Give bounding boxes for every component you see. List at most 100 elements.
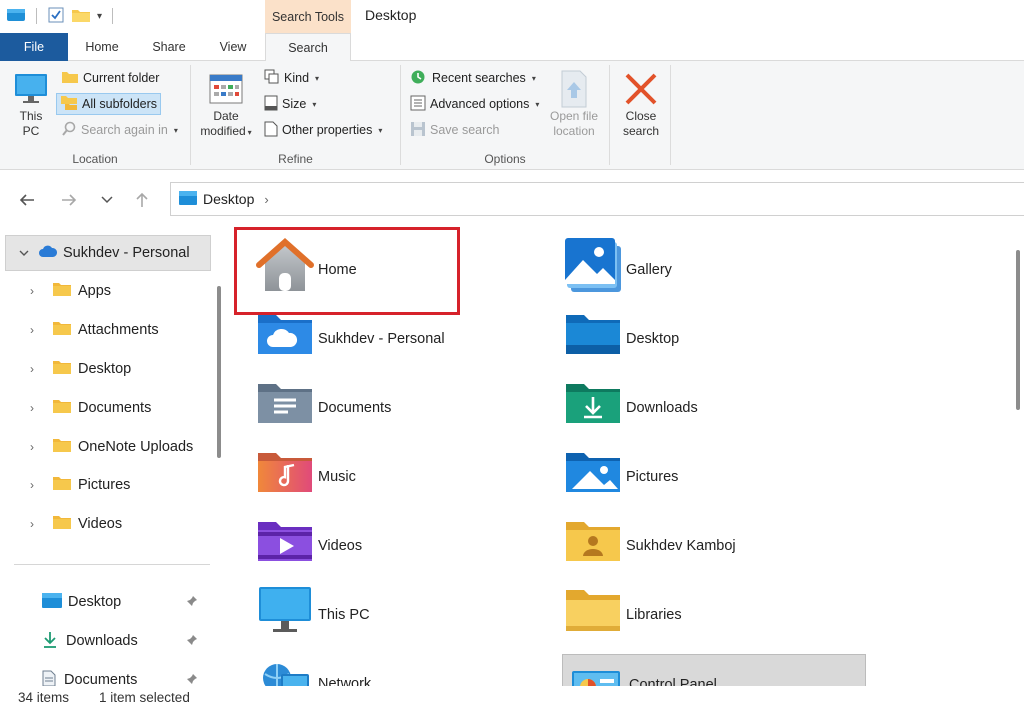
chevron-right-icon[interactable]: › [24, 440, 40, 454]
tab-home[interactable]: Home [68, 33, 136, 61]
nav-item-onenote-uploads[interactable]: › OneNote Uploads [24, 429, 193, 465]
explorer-window-icon [6, 7, 26, 26]
address-segment-desktop[interactable]: Desktop [203, 191, 254, 207]
item-documents[interactable]: Documents [252, 372, 552, 440]
nav-item-desktop[interactable]: › Desktop [24, 351, 131, 387]
search-again-in-button[interactable]: Search again in ▾ [58, 119, 181, 141]
pin-icon[interactable] [186, 634, 198, 649]
properties-icon[interactable] [47, 6, 65, 27]
content-scrollbar[interactable] [1016, 250, 1020, 410]
chevron-right-icon[interactable]: › [24, 401, 40, 415]
desktop-icon [179, 190, 197, 208]
tab-file[interactable]: File [0, 33, 68, 61]
monitor-icon [252, 579, 318, 641]
search-icon [61, 121, 77, 140]
pin-icon[interactable] [186, 673, 198, 687]
address-bar[interactable]: Desktop › [170, 182, 1024, 216]
close-search-button[interactable]: Close search [614, 69, 668, 139]
item-gallery[interactable]: Gallery [560, 234, 860, 302]
item-pictures[interactable]: Pictures [560, 441, 860, 509]
downloads-folder-icon [560, 372, 626, 434]
tab-search[interactable]: Search [265, 33, 351, 62]
up-arrow-icon[interactable] [130, 188, 154, 212]
nav-item-onedrive[interactable]: Sukhdev - Personal [5, 235, 211, 271]
forward-arrow-icon[interactable] [57, 188, 81, 212]
chevron-right-icon[interactable]: › [24, 323, 40, 337]
home-icon [252, 234, 318, 296]
advanced-options-button[interactable]: Advanced options ▾ [407, 93, 542, 115]
open-file-location-button[interactable]: Open file location [545, 69, 603, 139]
nav-item-videos[interactable]: › Videos [24, 506, 122, 542]
gallery-icon [560, 234, 626, 296]
open-file-location-icon [545, 69, 603, 109]
size-button[interactable]: Size ▾ [261, 93, 319, 115]
item-videos[interactable]: Videos [252, 510, 552, 578]
item-network[interactable]: Network [252, 648, 552, 686]
chevron-right-icon[interactable]: › [24, 478, 40, 492]
this-pc-button[interactable]: This PC [8, 69, 54, 139]
kind-button[interactable]: Kind ▾ [261, 67, 322, 89]
quick-access-toolbar: ▾ [6, 6, 117, 26]
all-subfolders-button[interactable]: All subfolders [56, 93, 162, 115]
monitor-icon [8, 69, 54, 109]
item-downloads[interactable]: Downloads [560, 372, 860, 440]
back-arrow-icon[interactable] [15, 188, 39, 212]
navigation-bar: Desktop › [0, 170, 1024, 226]
date-modified-button[interactable]: Date modified ▾ [193, 69, 259, 140]
pin-icon[interactable] [186, 595, 198, 610]
item-libraries[interactable]: Libraries [560, 579, 860, 647]
new-folder-icon[interactable] [71, 7, 91, 26]
folder-icon [52, 321, 72, 340]
other-properties-button[interactable]: Other properties ▾ [261, 119, 385, 141]
folder-icon [61, 70, 79, 87]
ribbon-group-options: Recent searches ▾ Advanced options ▾ Save … [401, 61, 609, 170]
group-label-refine: Refine [278, 152, 313, 166]
nav-item-attachments[interactable]: › Attachments [24, 312, 159, 348]
nav-item-apps[interactable]: › Apps [24, 273, 111, 309]
nav-item-documents[interactable]: › Documents [24, 390, 151, 426]
customize-qat-icon[interactable]: ▾ [97, 11, 102, 22]
videos-folder-icon [252, 510, 318, 572]
pictures-folder-icon [560, 441, 626, 503]
save-search-button[interactable]: Save search [407, 119, 502, 141]
folder-icon [52, 438, 72, 457]
item-music[interactable]: Music [252, 441, 552, 509]
quick-access-documents[interactable]: Documents [42, 662, 212, 686]
chevron-right-icon[interactable]: › [24, 284, 40, 298]
item-home[interactable]: Home [252, 234, 552, 302]
group-label-location: Location [72, 152, 118, 166]
nav-pane-scrollbar[interactable] [217, 286, 221, 458]
nav-pane-divider [14, 564, 210, 565]
item-desktop[interactable]: Desktop [560, 303, 860, 371]
onedrive-cloud-icon [38, 245, 58, 262]
breadcrumb-chevron-icon[interactable]: › [264, 192, 268, 207]
tab-share[interactable]: Share [136, 33, 202, 61]
tab-view[interactable]: View [202, 33, 264, 61]
status-bar: 34 items 1 item selected [0, 686, 1024, 709]
kind-icon [264, 69, 280, 88]
chevron-down-icon[interactable] [16, 246, 32, 260]
item-control-panel[interactable]: Control Panel [562, 654, 866, 686]
item-sukhdev-kamboj[interactable]: Sukhdev Kamboj [560, 510, 860, 578]
chevron-right-icon[interactable]: › [24, 517, 40, 531]
item-this-pc[interactable]: This PC [252, 579, 552, 647]
quick-access-downloads[interactable]: Downloads [42, 623, 212, 659]
quick-access-desktop[interactable]: Desktop [42, 584, 212, 620]
current-folder-button[interactable]: Current folder [58, 67, 162, 89]
window-title: Desktop [365, 7, 417, 23]
nav-item-pictures[interactable]: › Pictures [24, 467, 130, 503]
control-panel-icon [563, 655, 629, 686]
recent-searches-button[interactable]: Recent searches ▾ [407, 67, 539, 89]
music-folder-icon [252, 441, 318, 503]
calendar-icon [193, 69, 259, 109]
item-sukhdev-personal[interactable]: Sukhdev - Personal [252, 303, 552, 371]
desktop-icon [42, 592, 62, 612]
recent-locations-chevron-icon[interactable] [95, 188, 119, 212]
size-icon [264, 95, 278, 114]
item-count: 34 items [18, 690, 70, 705]
onedrive-folder-icon [252, 303, 318, 365]
chevron-right-icon[interactable]: › [24, 362, 40, 376]
network-icon [252, 648, 318, 686]
navigation-pane: Sukhdev - Personal › Apps › Attachments … [0, 226, 224, 686]
ribbon-group-refine: Date modified ▾ Kind ▾ Size ▾ Other propert… [191, 61, 400, 170]
